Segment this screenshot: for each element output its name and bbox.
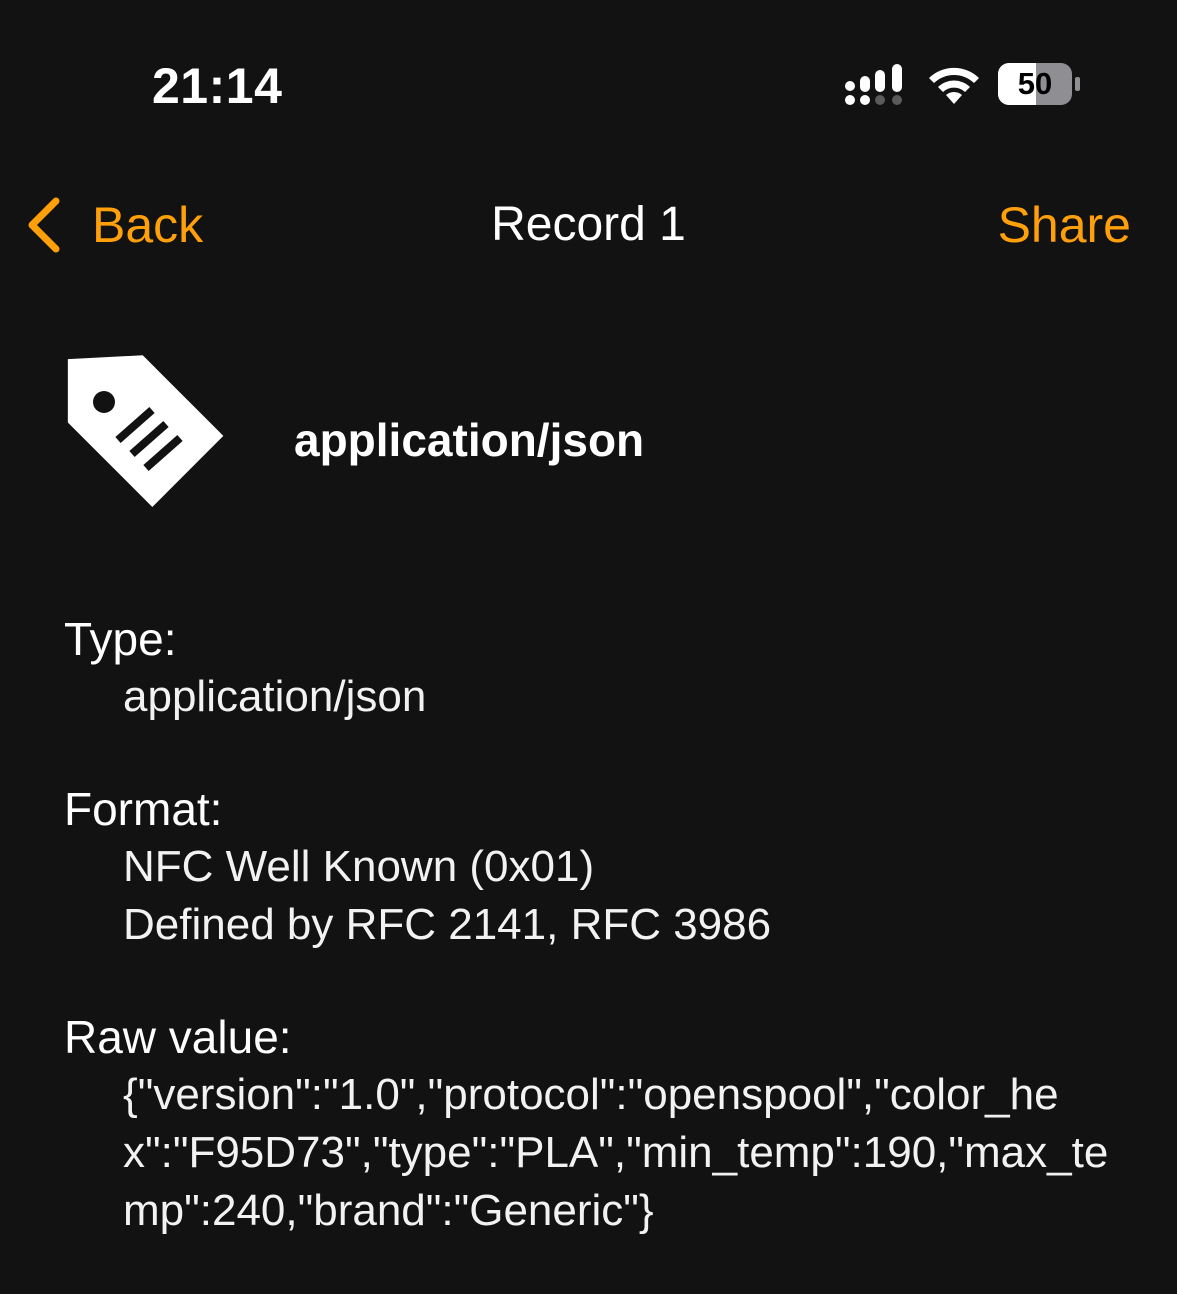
battery-level: 50 (1017, 66, 1053, 101)
navigation-bar: Record 1 Back Share (0, 170, 1177, 280)
status-bar: 21:14 50 (0, 0, 1177, 170)
format-value-line2: Defined by RFC 2141, RFC 3986 (123, 900, 772, 949)
share-button[interactable]: Share (998, 192, 1131, 258)
tag-icon (67, 355, 224, 507)
status-time: 21:14 (152, 58, 283, 114)
raw-value-label: Raw value: (64, 1011, 292, 1063)
format-value-line1: NFC Well Known (0x01) (123, 842, 595, 891)
raw-value-text: {"version":"1.0","protocol":"openspool",… (123, 1070, 1109, 1235)
chevron-left-icon (28, 197, 60, 253)
type-value: application/json (123, 672, 427, 721)
type-section: Type: application/json (64, 610, 1144, 726)
back-button[interactable]: Back (24, 192, 203, 258)
record-title: application/json (294, 414, 645, 466)
record-details: Type: application/json Format: NFC Well … (64, 610, 1144, 1294)
raw-value-section: Raw value: {"version":"1.0","protocol":"… (64, 1008, 1144, 1240)
record-header: application/json (0, 340, 1177, 540)
back-label: Back (92, 197, 204, 253)
type-label: Type: (64, 613, 177, 665)
format-label: Format: (64, 783, 223, 835)
wifi-icon (929, 67, 979, 104)
signal-icon (845, 64, 902, 105)
format-section: Format: NFC Well Known (0x01) Defined by… (64, 780, 1144, 954)
